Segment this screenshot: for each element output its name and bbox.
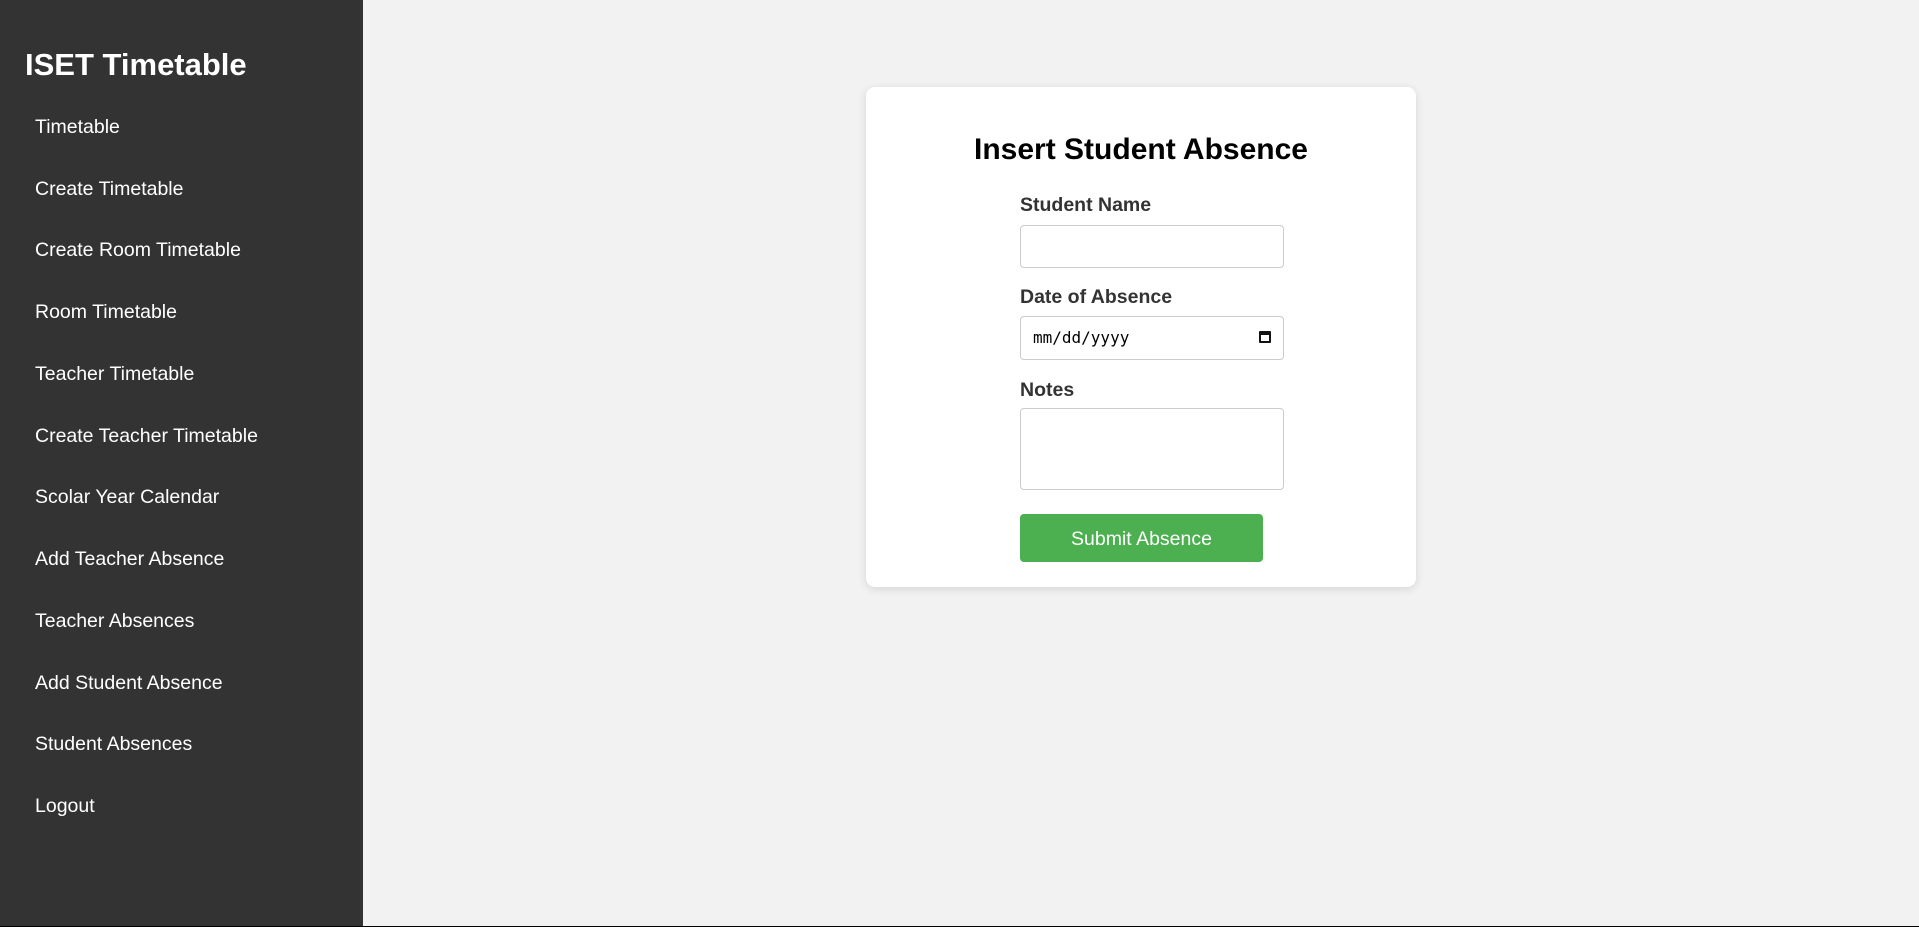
form-title: Insert Student Absence (974, 133, 1308, 166)
sidebar-item-timetable[interactable]: Timetable (35, 112, 120, 142)
sidebar-item-teacher-absences[interactable]: Teacher Absences (35, 606, 194, 636)
sidebar-item-student-absences[interactable]: Student Absences (35, 729, 192, 759)
student-name-label: Student Name (1020, 194, 1152, 216)
sidebar: ISET Timetable Timetable Create Timetabl… (0, 0, 363, 926)
app-title: ISET Timetable (25, 47, 247, 82)
date-of-absence-input[interactable]: mm/dd/yyyy (1020, 316, 1284, 360)
submit-absence-button[interactable]: Submit Absence (1020, 514, 1263, 562)
sidebar-item-logout[interactable]: Logout (35, 791, 95, 821)
notes-label: Notes (1020, 379, 1075, 401)
form-layer: Insert Student Absence Student Name Date… (363, 0, 1919, 926)
calendar-icon[interactable] (1259, 331, 1271, 343)
sidebar-item-create-room-timetable[interactable]: Create Room Timetable (35, 235, 241, 265)
sidebar-item-create-timetable[interactable]: Create Timetable (35, 174, 184, 204)
sidebar-item-room-timetable[interactable]: Room Timetable (35, 297, 177, 327)
date-placeholder: mm/dd/yyyy (1033, 328, 1130, 347)
sidebar-item-add-teacher-absence[interactable]: Add Teacher Absence (35, 544, 224, 574)
sidebar-item-create-teacher-timetable[interactable]: Create Teacher Timetable (35, 421, 258, 451)
student-name-input[interactable] (1020, 225, 1284, 268)
sidebar-item-add-student-absence[interactable]: Add Student Absence (35, 668, 223, 698)
sidebar-item-scolar-year-calendar[interactable]: Scolar Year Calendar (35, 482, 219, 512)
notes-textarea[interactable] (1020, 408, 1284, 490)
sidebar-item-teacher-timetable[interactable]: Teacher Timetable (35, 359, 194, 389)
date-of-absence-label: Date of Absence (1020, 286, 1173, 308)
